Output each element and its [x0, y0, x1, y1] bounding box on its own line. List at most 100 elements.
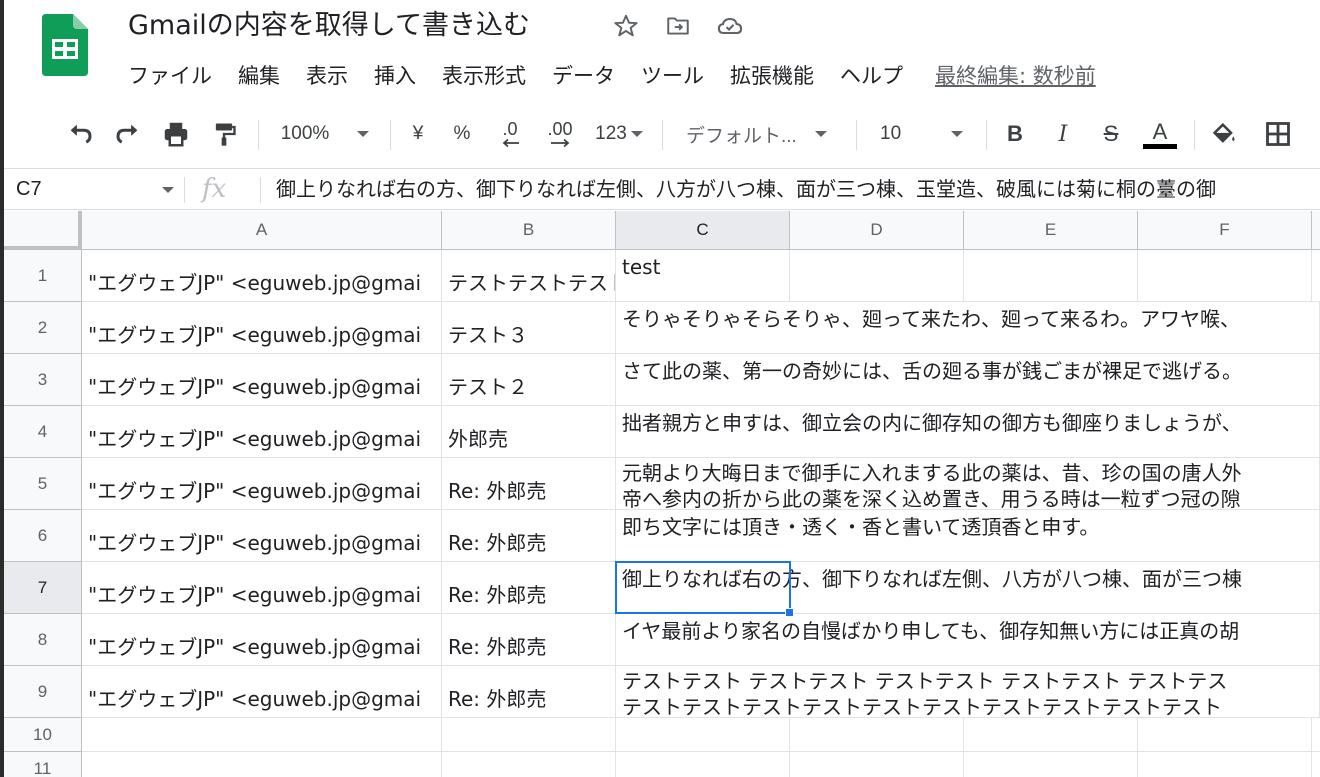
cell-a6[interactable]: "エグウェブJP" <eguweb.jp@gmai: [82, 510, 442, 562]
column-header-partial[interactable]: [1312, 211, 1320, 249]
cell-b10[interactable]: [442, 718, 616, 752]
doc-title[interactable]: Gmailの内容を取得して書き込む: [128, 8, 530, 44]
increase-decimal-button[interactable]: .00: [538, 108, 582, 160]
cell-a7[interactable]: "エグウェブJP" <eguweb.jp@gmai: [82, 562, 442, 614]
row-header-3[interactable]: 3: [4, 354, 82, 406]
column-header-c[interactable]: C: [616, 211, 790, 249]
cell-b1[interactable]: テストテストテスト: [442, 250, 616, 302]
percent-format-button[interactable]: %: [444, 108, 480, 160]
row-header-6[interactable]: 6: [4, 510, 82, 562]
cell-e1[interactable]: [964, 250, 1138, 302]
cell-d11[interactable]: [790, 752, 964, 777]
column-header-b[interactable]: B: [442, 211, 616, 249]
cell-d10[interactable]: [790, 718, 964, 752]
menu-tools[interactable]: ツール: [641, 61, 704, 91]
cell-c4[interactable]: 拙者親方と申すは、御立会の内に御存知の御方も御座りましょうが、: [616, 406, 1320, 458]
column-header-f[interactable]: F: [1138, 211, 1312, 249]
name-box[interactable]: C7: [4, 169, 184, 209]
cell-b2[interactable]: テスト３: [442, 302, 616, 354]
menu-help[interactable]: ヘルプ: [840, 61, 903, 91]
cell-a11[interactable]: [82, 752, 442, 777]
cell-a10[interactable]: [82, 718, 442, 752]
row-header-9[interactable]: 9: [4, 666, 82, 718]
cloud-status-icon[interactable]: [716, 12, 744, 40]
cell-e11[interactable]: [964, 752, 1138, 777]
column-header-e[interactable]: E: [964, 211, 1138, 249]
cell-b4[interactable]: 外郎売: [442, 406, 616, 458]
text-color-button[interactable]: A: [1140, 108, 1180, 160]
row-header-4[interactable]: 4: [4, 406, 82, 458]
row-header-10[interactable]: 10: [4, 718, 82, 752]
star-icon[interactable]: [612, 12, 640, 40]
row-header-2[interactable]: 2: [4, 302, 82, 354]
paint-format-icon[interactable]: [204, 108, 244, 160]
cell-f11[interactable]: [1138, 752, 1312, 777]
cell-b3[interactable]: テスト２: [442, 354, 616, 406]
cell-c11[interactable]: [616, 752, 790, 777]
cell-c9[interactable]: テストテスト テストテスト テストテスト テストテスト テストテス テストテストテ…: [616, 666, 1320, 718]
cell-d1[interactable]: [790, 250, 964, 302]
cell-a9[interactable]: "エグウェブJP" <eguweb.jp@gmai: [82, 666, 442, 718]
cell-a3[interactable]: "エグウェブJP" <eguweb.jp@gmai: [82, 354, 442, 406]
menu-extensions[interactable]: 拡張機能: [730, 61, 814, 91]
cell-c1[interactable]: test: [616, 250, 790, 302]
cell-c6[interactable]: 即ち文字には頂き・透く・香と書いて透頂香と申す。: [616, 510, 1320, 562]
fill-handle[interactable]: [785, 608, 794, 617]
menu-insert[interactable]: 挿入: [374, 61, 416, 91]
row-header-7[interactable]: 7: [4, 562, 82, 614]
zoom-select[interactable]: 100%: [270, 108, 380, 160]
cell-b6[interactable]: Re: 外郎売: [442, 510, 616, 562]
menu-data[interactable]: データ: [552, 61, 615, 91]
move-to-folder-icon[interactable]: [664, 12, 692, 40]
column-header-d[interactable]: D: [790, 211, 964, 249]
cell-c2[interactable]: そりゃそりゃそらそりゃ、廻って来たわ、廻って来るわ。アワヤ喉、: [616, 302, 1320, 354]
font-family-select[interactable]: デフォルト...: [678, 108, 844, 160]
row-header-8[interactable]: 8: [4, 614, 82, 666]
cell-a5[interactable]: "エグウェブJP" <eguweb.jp@gmai: [82, 458, 442, 510]
cell-a2[interactable]: "エグウェブJP" <eguweb.jp@gmai: [82, 302, 442, 354]
select-all-corner[interactable]: [4, 211, 82, 250]
last-edit-link[interactable]: 最終編集: 数秒前: [935, 61, 1096, 91]
borders-icon[interactable]: [1258, 108, 1298, 160]
cell-g10[interactable]: [1312, 718, 1320, 752]
cell-b9[interactable]: Re: 外郎売: [442, 666, 616, 718]
sheets-logo-icon[interactable]: [42, 14, 88, 76]
strikethrough-button[interactable]: S: [1092, 108, 1130, 160]
number-format-select[interactable]: 123: [588, 108, 650, 160]
cell-a8[interactable]: "エグウェブJP" <eguweb.jp@gmai: [82, 614, 442, 666]
spreadsheet-grid[interactable]: A B C D E F 1 "エグウェブJP" <eguweb.jp@gmai テストテストテス…: [4, 211, 1320, 777]
menu-file[interactable]: ファイル: [128, 61, 212, 91]
row-header-11[interactable]: 11: [4, 752, 82, 777]
cell-g11[interactable]: [1312, 752, 1320, 777]
cell-b5[interactable]: Re: 外郎売: [442, 458, 616, 510]
cell-g1[interactable]: [1312, 250, 1320, 302]
cell-e10[interactable]: [964, 718, 1138, 752]
redo-icon[interactable]: [108, 108, 148, 160]
cell-b11[interactable]: [442, 752, 616, 777]
font-size-select[interactable]: 10: [868, 108, 976, 160]
cell-a4[interactable]: "エグウェブJP" <eguweb.jp@gmai: [82, 406, 442, 458]
bold-button[interactable]: B: [996, 108, 1034, 160]
menu-edit[interactable]: 編集: [238, 61, 280, 91]
print-icon[interactable]: [156, 108, 196, 160]
cell-a1[interactable]: "エグウェブJP" <eguweb.jp@gmai: [82, 250, 442, 302]
decrease-decimal-button[interactable]: .0: [490, 108, 530, 160]
cell-f1[interactable]: [1138, 250, 1312, 302]
cell-f10[interactable]: [1138, 718, 1312, 752]
cell-c8[interactable]: イヤ最前より家名の自慢ばかり申しても、御存知無い方には正真の胡: [616, 614, 1320, 666]
column-header-a[interactable]: A: [82, 211, 442, 249]
fill-color-icon[interactable]: [1204, 108, 1244, 160]
cell-c7[interactable]: 御上りなれば右の方、御下りなれば左側、八方が八つ棟、面が三つ棟: [616, 562, 1320, 614]
cell-c3[interactable]: さて此の薬、第一の奇妙には、舌の廻る事が銭ごまが裸足で逃げる。: [616, 354, 1320, 406]
formula-input[interactable]: 御上りなれば右の方、御下りなれば左側、八方が八つ棟、面が三つ棟、玉堂造、破風には…: [276, 169, 1216, 209]
menu-view[interactable]: 表示: [306, 61, 348, 91]
cell-b8[interactable]: Re: 外郎売: [442, 614, 616, 666]
italic-button[interactable]: I: [1044, 108, 1082, 160]
cell-c10[interactable]: [616, 718, 790, 752]
row-header-1[interactable]: 1: [4, 250, 82, 302]
menu-format[interactable]: 表示形式: [442, 61, 526, 91]
undo-icon[interactable]: [60, 108, 100, 160]
currency-format-button[interactable]: ¥: [400, 108, 436, 160]
cell-c5[interactable]: 元朝より大晦日まで御手に入れまする此の薬は、昔、珍の国の唐人外 帝へ参内の折から此…: [616, 458, 1320, 510]
row-header-5[interactable]: 5: [4, 458, 82, 510]
